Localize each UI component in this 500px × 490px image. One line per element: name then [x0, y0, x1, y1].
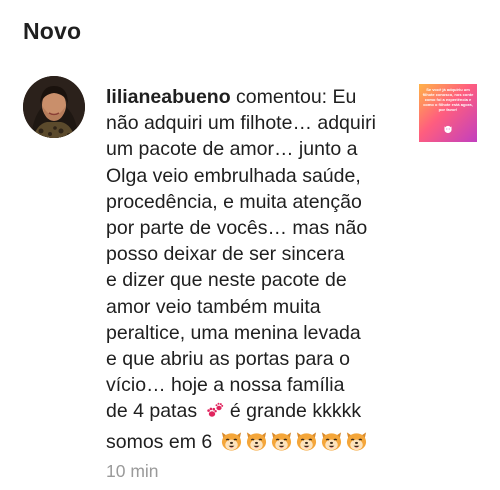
- paw-prints-icon: [205, 401, 225, 428]
- comment-line-0: lilianeabueno comentou: Eu: [106, 84, 396, 110]
- comment-line: procedência, e muita atenção: [106, 190, 362, 213]
- username-link[interactable]: lilianeabueno: [106, 86, 231, 108]
- comment-fragment: somos em 6: [106, 430, 218, 453]
- post-thumbnail[interactable]: Se você já adquiriu um filhote conosco, …: [419, 84, 477, 142]
- comment-line: não adquiri um filhote… adquiri: [106, 112, 376, 135]
- section-title: Novo: [23, 18, 82, 44]
- comment-action: comentou: Eu: [230, 86, 357, 108]
- dog-face-icon: [270, 430, 293, 459]
- dog-face-icon: [295, 430, 318, 459]
- thumbnail-caption: Se você já adquiriu um filhote conosco, …: [422, 87, 474, 112]
- comment-fragment: de 4 patas: [106, 400, 203, 423]
- dog-face-icon: [320, 430, 343, 459]
- timestamp: 10 min: [106, 460, 159, 481]
- comment-line: vício… hoje a nossa família: [106, 374, 345, 397]
- comment-line: e que abriu as portas para o: [106, 348, 350, 371]
- comment-line: um pacote de amor… junto a: [106, 138, 358, 161]
- comment-fragment: é grande kkkkk: [224, 400, 362, 423]
- dog-face-icon: [245, 430, 268, 459]
- comment-line: e dizer que neste pacote de: [106, 269, 347, 292]
- comment-line: peraltice, uma menina levada: [106, 321, 361, 344]
- dog-face-icon: [220, 430, 243, 459]
- dog-face-icon: [345, 430, 368, 459]
- comment-line: posso deixar de ser sincera: [106, 243, 345, 266]
- dog-icon: [444, 125, 452, 134]
- comment-line: Olga veio embrulhada saúde,: [106, 164, 361, 187]
- dog-emoji-row: [218, 431, 368, 453]
- comment-line: por parte de vocês… mas não: [106, 217, 368, 240]
- comment-notification[interactable]: lilianeabueno comentou: Eu não adquiri u…: [0, 70, 500, 481]
- comment-line: amor veio também muita: [106, 295, 321, 318]
- comment-line-dogs: somos em 6: [106, 429, 396, 459]
- avatar[interactable]: [23, 76, 85, 138]
- comment-text: lilianeabueno comentou: Eu não adquiri u…: [106, 84, 396, 483]
- comment-line-paws: de 4 patas é grande kkkkk: [106, 398, 396, 428]
